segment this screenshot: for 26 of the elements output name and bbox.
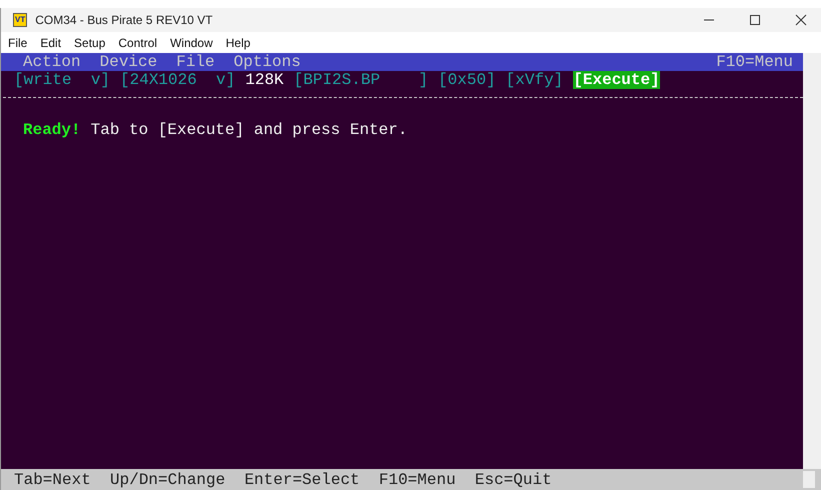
- message-text: Tab to [Execute] and press Enter.: [90, 121, 408, 139]
- form-field[interactable]: [BPI2S.BP ]: [294, 71, 428, 89]
- form-field[interactable]: [0x50]: [438, 71, 496, 89]
- menu-hint: F10=Menu: [716, 53, 794, 71]
- menu-item[interactable]: File: [8, 36, 28, 50]
- menu-item[interactable]: Control: [118, 36, 158, 50]
- resize-grip[interactable]: [803, 471, 815, 488]
- window-title: COM34 - Bus Pirate 5 REV10 VT: [35, 13, 214, 27]
- terminal-menu-item[interactable]: Action: [23, 53, 81, 71]
- form-field[interactable]: [write v]: [14, 71, 110, 89]
- maximize-icon[interactable]: [749, 14, 761, 26]
- execute-button[interactable]: [Execute]: [573, 71, 660, 89]
- menu-item[interactable]: Help: [226, 36, 250, 50]
- key-hints-text: Tab=Next Up/Dn=Change Enter=Select F10=Menu Esc=Quit: [14, 470, 553, 488]
- terminal-menu-item[interactable]: File: [176, 53, 215, 71]
- form-field[interactable]: [xVfy]: [506, 71, 564, 89]
- size-label: 128K: [245, 71, 284, 89]
- close-icon[interactable]: [795, 14, 807, 26]
- app-logo-icon: VT: [13, 13, 28, 27]
- menu-item[interactable]: Setup: [74, 36, 106, 50]
- status-label: Ready!: [23, 121, 81, 139]
- terminal-menu-item[interactable]: Options: [234, 53, 301, 71]
- menu-item[interactable]: Window: [170, 36, 213, 50]
- menu-item[interactable]: Edit: [40, 36, 62, 50]
- form-field[interactable]: [24X1026 v]: [120, 71, 236, 89]
- terminal-menu-item[interactable]: Device: [100, 53, 158, 71]
